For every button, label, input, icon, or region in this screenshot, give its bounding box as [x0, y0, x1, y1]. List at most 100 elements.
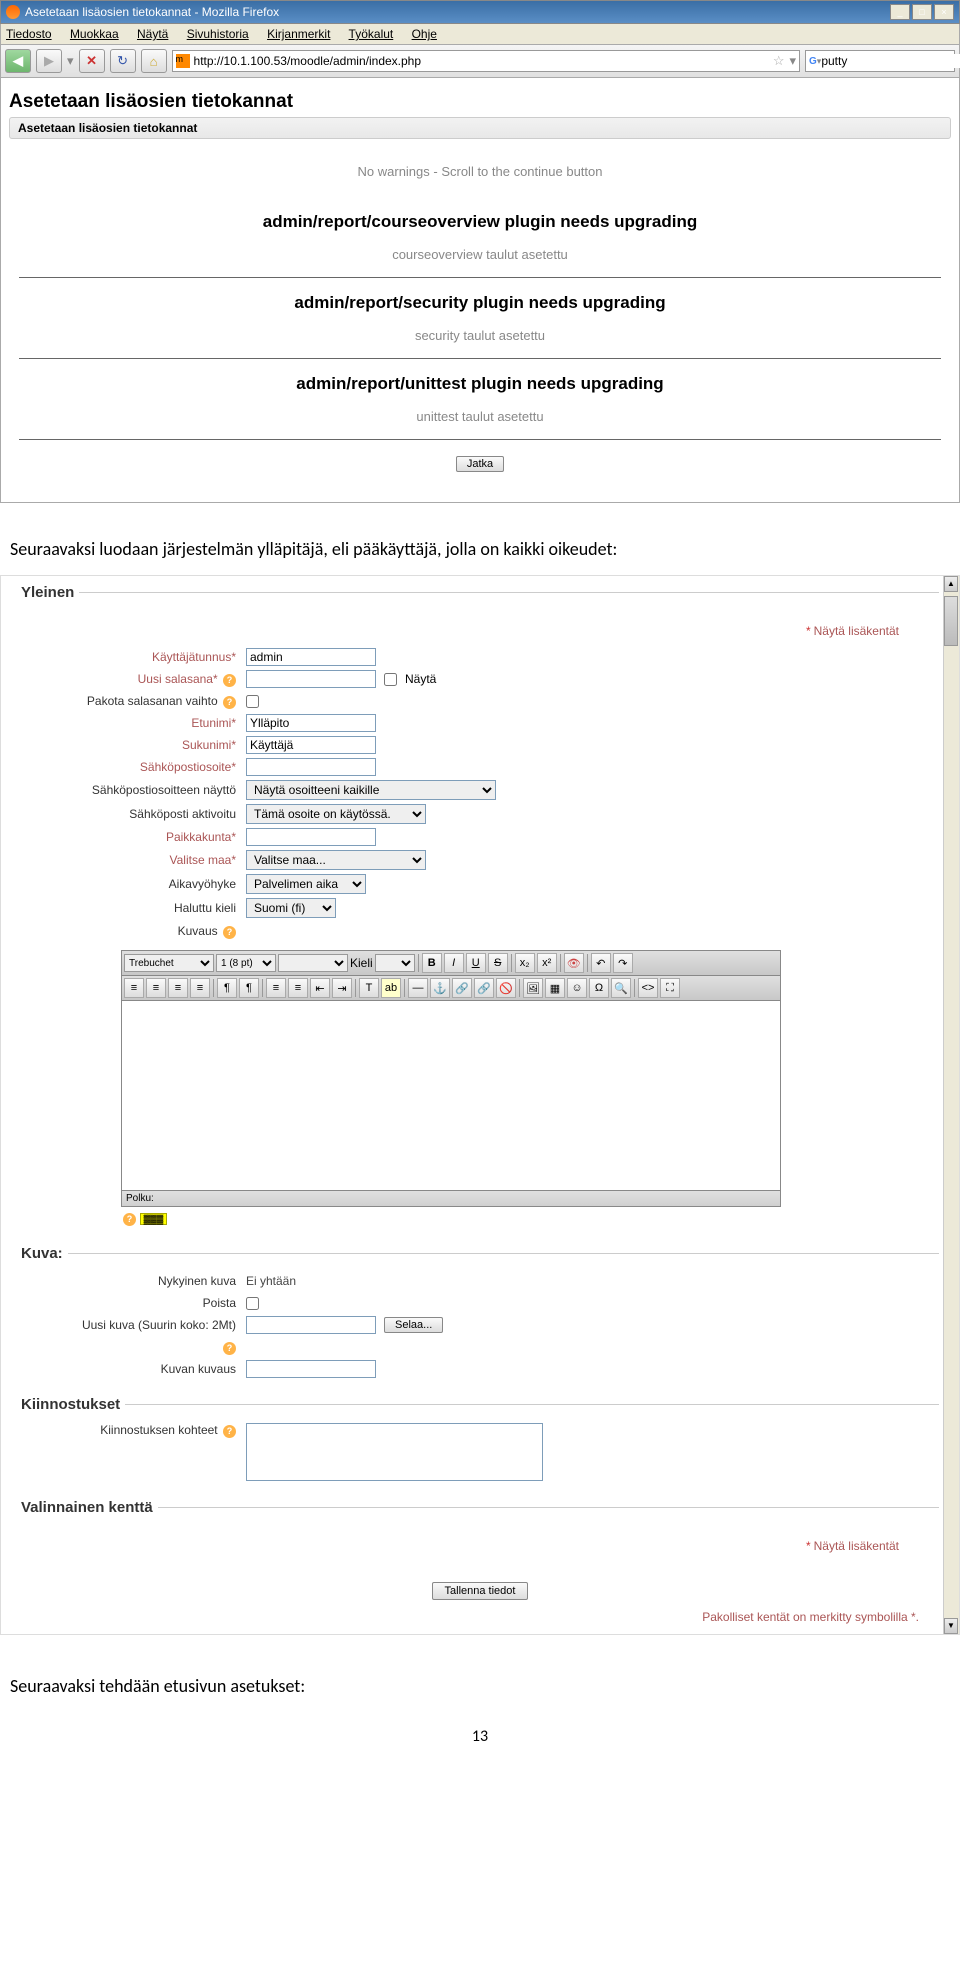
align-right-button[interactable]: ≡ [168, 978, 188, 998]
smiley-button[interactable]: ☺ [567, 978, 587, 998]
email-input[interactable] [246, 758, 376, 776]
help-icon[interactable]: ? [223, 696, 236, 709]
align-center-button[interactable]: ≡ [146, 978, 166, 998]
menu-history[interactable]: Sivuhistoria [187, 27, 249, 41]
fullscreen-button[interactable]: ⛶ [660, 978, 680, 998]
continue-button[interactable]: Jatka [456, 456, 504, 472]
editor-textarea[interactable] [121, 1001, 781, 1191]
label-new-password: Uusi salasana* ? [41, 672, 246, 687]
plugin-heading: admin/report/security plugin needs upgra… [9, 278, 951, 323]
save-button[interactable]: Tallenna tiedot [432, 1582, 529, 1600]
size-select[interactable]: 1 (8 pt) [216, 954, 276, 972]
stop-button[interactable]: ✕ [79, 49, 105, 73]
lang-select[interactable]: Suomi (fi) [246, 898, 336, 918]
align-left-button[interactable]: ≡ [124, 978, 144, 998]
rtl-button[interactable]: ¶ [239, 978, 259, 998]
search-bar[interactable]: G ▾ 🔍 [805, 50, 955, 72]
emaildisplay-select[interactable]: Näytä osoitteeni kaikille [246, 780, 496, 800]
scroll-down-icon[interactable]: ▼ [944, 1618, 958, 1634]
url-bar[interactable]: m ☆ ▾ [172, 50, 800, 72]
subscript-button[interactable]: x₂ [515, 953, 535, 973]
style-select[interactable] [278, 954, 348, 972]
label-city: Paikkakunta* [41, 830, 246, 844]
link-button[interactable]: 🔗 [452, 978, 472, 998]
menu-tools[interactable]: Työkalut [349, 27, 394, 41]
search-button[interactable]: 🔍 [611, 978, 631, 998]
url-input[interactable] [194, 54, 768, 68]
menu-view[interactable]: Näytä [137, 27, 168, 41]
text-color-button[interactable]: T [359, 978, 379, 998]
menu-help[interactable]: Ohje [412, 27, 437, 41]
show-extra-fields-link-2[interactable]: Näytä lisäkentät [814, 1539, 899, 1553]
align-justify-button[interactable]: ≡ [190, 978, 210, 998]
strike-button[interactable]: S [488, 953, 508, 973]
show-extra-fields-link[interactable]: Näytä lisäkentät [814, 624, 899, 638]
underline-button[interactable]: U [466, 953, 486, 973]
forward-button[interactable]: ▶ [36, 49, 62, 73]
delete-image-checkbox[interactable] [246, 1297, 259, 1310]
maximize-button[interactable]: □ [912, 4, 932, 20]
required-fields-note: Pakolliset kentät on merkitty symbolilla… [1, 1605, 959, 1634]
indent-button[interactable]: ⇥ [332, 978, 352, 998]
timezone-select[interactable]: Palvelimen aika [246, 874, 366, 894]
help-icon[interactable]: ? [223, 674, 236, 687]
home-button[interactable]: ⌂ [141, 49, 167, 73]
nolink-button[interactable]: 🚫 [496, 978, 516, 998]
menu-bookmarks[interactable]: Kirjanmerkit [267, 27, 330, 41]
scroll-thumb[interactable] [944, 596, 958, 646]
anchor-button[interactable]: ⚓ [430, 978, 450, 998]
editor-lang-select[interactable] [375, 954, 415, 972]
username-input[interactable] [246, 648, 376, 666]
close-button[interactable]: × [934, 4, 954, 20]
interests-textarea[interactable] [246, 1423, 543, 1481]
label-description: Kuvaus ? [41, 924, 246, 939]
plugin-status: courseoverview taulut asetettu [9, 242, 951, 277]
undo-button[interactable]: ↶ [591, 953, 611, 973]
scroll-up-icon[interactable]: ▲ [944, 576, 958, 592]
image-desc-input[interactable] [246, 1360, 376, 1378]
help-icon[interactable]: ? [223, 926, 236, 939]
italic-button[interactable]: I [444, 953, 464, 973]
firstname-input[interactable] [246, 714, 376, 732]
city-input[interactable] [246, 828, 376, 846]
redo-button[interactable]: ↷ [613, 953, 633, 973]
bookmark-star-icon[interactable]: ☆ [768, 53, 790, 69]
minimize-button[interactable]: _ [890, 4, 910, 20]
label-country: Valitse maa* [41, 853, 246, 867]
help-icon[interactable]: ? [223, 1425, 236, 1438]
force-password-checkbox[interactable] [246, 695, 259, 708]
unordered-list-button[interactable]: ≡ [288, 978, 308, 998]
outdent-button[interactable]: ⇤ [310, 978, 330, 998]
clean-button[interactable]: 👁 [564, 953, 584, 973]
menu-edit[interactable]: Muokkaa [70, 27, 119, 41]
unlink-button[interactable]: 🔗 [474, 978, 494, 998]
ltr-button[interactable]: ¶ [217, 978, 237, 998]
char-button[interactable]: Ω [589, 978, 609, 998]
source-button[interactable]: <> [638, 978, 658, 998]
search-input[interactable] [821, 54, 960, 68]
menu-file[interactable]: Tiedosto [6, 27, 52, 41]
browse-button[interactable]: Selaa... [384, 1317, 443, 1333]
legend-general: Yleinen [21, 584, 79, 601]
bold-button[interactable]: B [422, 953, 442, 973]
new-image-input[interactable] [246, 1316, 376, 1334]
legend-image: Kuva: [21, 1245, 68, 1262]
hr-button[interactable]: ― [408, 978, 428, 998]
show-password-checkbox[interactable] [384, 673, 397, 686]
bg-color-button[interactable]: ab [381, 978, 401, 998]
country-select[interactable]: Valitse maa... [246, 850, 426, 870]
table-button[interactable]: ▦ [545, 978, 565, 998]
label-lastname: Sukunimi* [41, 738, 246, 752]
vertical-scrollbar[interactable]: ▲ ▼ [943, 576, 959, 1634]
reload-button[interactable]: ↻ [110, 49, 136, 73]
lastname-input[interactable] [246, 736, 376, 754]
superscript-button[interactable]: x² [537, 953, 557, 973]
help-icon[interactable]: ? [123, 1213, 136, 1226]
back-button[interactable]: ◀ [5, 49, 31, 73]
emailactive-select[interactable]: Tämä osoite on käytössä. [246, 804, 426, 824]
image-button[interactable]: 🖼 [523, 978, 543, 998]
new-password-input[interactable] [246, 670, 376, 688]
ordered-list-button[interactable]: ≡ [266, 978, 286, 998]
font-select[interactable]: Trebuchet [124, 954, 214, 972]
help-icon[interactable]: ? [223, 1342, 236, 1355]
